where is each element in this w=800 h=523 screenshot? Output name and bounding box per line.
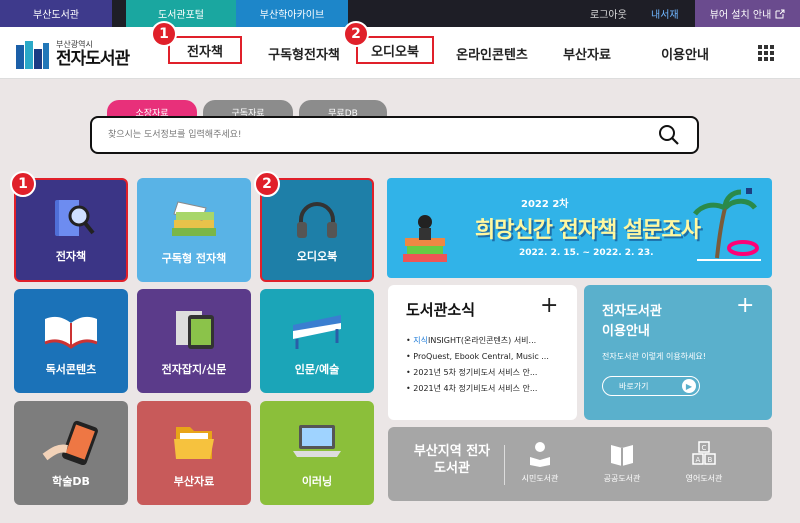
tile-humanities-arts[interactable]: 인문/예술 <box>260 289 374 393</box>
open-book-icon <box>611 445 633 466</box>
magazine-tablet-icon <box>176 311 214 349</box>
survey-banner[interactable]: 2022 2차 희망신간 전자책 설문조사 2022. 2. 15. ~ 202… <box>387 178 772 278</box>
region-item-label: 영어도서관 <box>685 474 723 483</box>
tile-e-magazine-newspaper[interactable]: 전자잡지/신문 <box>137 289 251 393</box>
ebook-magnifier-icon <box>55 200 95 236</box>
site-tab-busan-archive[interactable]: 부산학아카이브 <box>236 0 348 27</box>
tile-label: 오디오북 <box>296 250 338 263</box>
site-tab-library-portal[interactable]: 도서관포털 <box>126 0 236 27</box>
guide-go-label: 바로가기 <box>619 381 649 391</box>
folder-icon <box>174 427 214 459</box>
search-box <box>90 116 699 154</box>
guide-title-line1: 전자도서관 <box>602 304 662 319</box>
guide-more-plus-icon[interactable]: + <box>736 293 754 318</box>
nav-online-contents[interactable]: 온라인콘텐츠 <box>440 27 544 79</box>
nav-subscription-ebook[interactable]: 구독형전자책 <box>252 27 356 79</box>
annotation-badge-2: 2 <box>254 171 280 197</box>
nav-audiobook[interactable]: 오디오북 <box>356 36 434 64</box>
main-header: 부산광역시 전자도서관 전자책 구독형전자책 오디오북 온라인콘텐츠 부산자료 … <box>0 27 800 79</box>
smartphone-icon <box>42 420 98 465</box>
guide-description: 전자도서관 이렇게 이용하세요! <box>602 352 706 361</box>
tile-subscription-ebook[interactable]: 구독형 전자책 <box>137 178 251 282</box>
external-link-icon <box>775 9 785 18</box>
region-divider <box>504 445 505 485</box>
news-title: 도서관소식 <box>406 301 476 319</box>
guide-go-button[interactable]: 바로가기 ▶ <box>602 376 700 396</box>
tile-academic-db[interactable]: 학술DB <box>14 401 128 505</box>
book-stack-icon <box>172 201 216 236</box>
my-library-link[interactable]: 내서재 <box>651 0 679 27</box>
svg-text:A: A <box>696 456 701 464</box>
region-item-label: 공공도서관 <box>603 474 641 483</box>
logo-mark-icon <box>16 40 50 69</box>
piano-icon <box>293 315 341 349</box>
site-logo[interactable]: 부산광역시 전자도서관 <box>16 40 130 69</box>
region-item-label: 시민도서관 <box>521 474 559 483</box>
region-english-library[interactable]: CAB 영어도서관 <box>672 441 736 484</box>
news-list: 지식INSIGHT(온라인콘텐츠) 서비... ProQuest, Ebook … <box>406 333 566 397</box>
region-public-library[interactable]: 공공도서관 <box>590 441 654 484</box>
tile-busan-materials[interactable]: 부산자료 <box>137 401 251 505</box>
tile-label: 전자책 <box>55 250 87 263</box>
site-tab-busan-library[interactable]: 부산도서관 <box>0 0 112 27</box>
news-more-plus-icon[interactable]: + <box>540 293 558 318</box>
nav-ebook[interactable]: 전자책 <box>168 36 242 64</box>
library-news-panel: 도서관소식 + 지식INSIGHT(온라인콘텐츠) 서비... ProQuest… <box>388 285 577 420</box>
svg-text:B: B <box>708 456 713 464</box>
news-item[interactable]: ProQuest, Ebook Central, Music ... <box>406 349 566 365</box>
abc-blocks-icon: CA B <box>692 441 716 465</box>
tile-label: 학술DB <box>52 475 90 488</box>
top-utility-bar: 부산도서관 도서관포털 부산학아카이브 로그아웃 내서재 뷰어 설치 안내 <box>0 0 800 27</box>
tile-label: 전자잡지/신문 <box>161 363 227 376</box>
tile-label: 이러닝 <box>301 475 333 488</box>
reader-illustration-icon <box>403 215 447 262</box>
annotation-badge-2: 2 <box>343 21 369 47</box>
viewer-install-label: 뷰어 설치 안내 <box>709 10 772 21</box>
open-book-icon <box>44 316 98 349</box>
reader-person-icon <box>530 442 550 467</box>
tile-e-learning[interactable]: 이러닝 <box>260 401 374 505</box>
search-icon[interactable] <box>658 124 680 146</box>
nav-busan-materials[interactable]: 부산자료 <box>548 27 626 79</box>
viewer-install-button[interactable]: 뷰어 설치 안내 <box>695 0 800 27</box>
tile-label: 인문/예술 <box>294 363 340 376</box>
banner-pager-dot[interactable] <box>746 188 752 194</box>
tile-audiobook[interactable]: 오디오북 <box>260 178 374 282</box>
tile-label: 부산자료 <box>173 475 215 488</box>
annotation-badge-1: 1 <box>151 21 177 47</box>
news-item[interactable]: 지식INSIGHT(온라인콘텐츠) 서비... <box>406 333 566 349</box>
region-title: 부산지역 전자도서관 <box>413 444 491 476</box>
search-input[interactable] <box>108 126 648 144</box>
guide-title-line2: 이용안내 <box>602 324 650 339</box>
region-citizen-library[interactable]: 시민도서관 <box>508 441 572 484</box>
all-menu-grid-icon[interactable] <box>758 45 774 61</box>
banner-title: 희망신간 전자책 설문조사 <box>475 218 701 243</box>
laptop-icon <box>293 425 341 457</box>
tile-reading-contents[interactable]: 독서콘텐츠 <box>14 289 128 393</box>
tile-label: 구독형 전자책 <box>161 252 227 265</box>
svg-text:C: C <box>702 444 707 452</box>
tile-label: 독서콘텐츠 <box>45 363 97 376</box>
busan-region-libraries-panel: 부산지역 전자도서관 시민도서관 공공도서관 CAB 영어도서관 <box>388 427 772 501</box>
headphones-icon <box>297 202 337 238</box>
banner-date: 2022. 2. 15. ~ 2022. 2. 23. <box>519 248 654 258</box>
banner-year: 2022 2차 <box>521 199 569 210</box>
arrow-right-icon: ▶ <box>682 379 696 393</box>
usage-guide-panel: 전자도서관 이용안내 + 전자도서관 이렇게 이용하세요! 바로가기 ▶ <box>584 285 772 420</box>
logout-link[interactable]: 로그아웃 <box>590 0 627 27</box>
nav-usage-guide[interactable]: 이용안내 <box>646 27 724 79</box>
news-item[interactable]: 2021년 4차 정기비도서 서비스 안... <box>406 381 566 397</box>
annotation-badge-1: 1 <box>10 171 36 197</box>
news-item[interactable]: 2021년 5차 정기비도서 서비스 안... <box>406 365 566 381</box>
logo-title: 전자도서관 <box>56 49 130 69</box>
logo-subtitle: 부산광역시 <box>56 40 93 49</box>
